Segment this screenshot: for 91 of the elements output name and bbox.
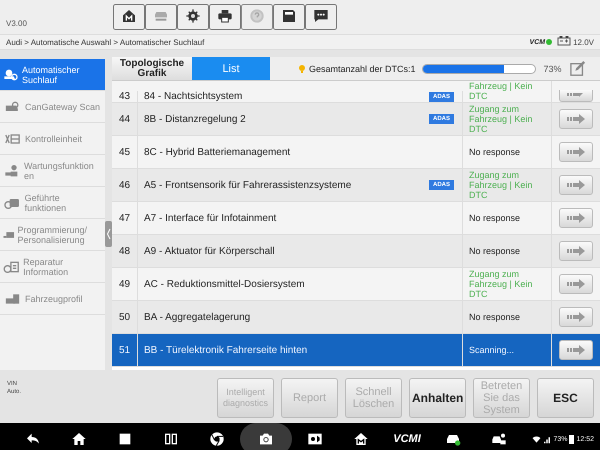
settings-button[interactable] bbox=[177, 4, 209, 30]
help-icon bbox=[249, 8, 265, 24]
enter-button[interactable] bbox=[559, 241, 593, 261]
scan-status: Zugang zum Fahrzeug | Kein DTC bbox=[463, 169, 552, 201]
row-number: 50 bbox=[112, 301, 138, 333]
arrow-icon bbox=[566, 93, 586, 98]
car-person-icon bbox=[491, 431, 507, 447]
breadcrumb: Audi > Automatische Auswahl > Automatischer Suchlauf bbox=[6, 38, 204, 46]
home-icon bbox=[121, 8, 137, 24]
arrow-icon bbox=[566, 311, 586, 323]
voltage-reading: 12.0V bbox=[573, 38, 594, 46]
arrow-icon bbox=[566, 245, 586, 257]
home-button[interactable] bbox=[113, 4, 145, 30]
brightness-icon bbox=[307, 431, 323, 447]
row-number: 48 bbox=[112, 235, 138, 267]
save-button[interactable] bbox=[273, 4, 305, 30]
enter-button[interactable] bbox=[559, 274, 593, 294]
ecu-name: A9 - Aktuator für Körperschall bbox=[144, 246, 275, 256]
row-number: 46 bbox=[112, 169, 138, 201]
enter-button[interactable] bbox=[559, 109, 593, 129]
row-number: 49 bbox=[112, 268, 138, 300]
home-icon bbox=[71, 431, 87, 447]
window-icon bbox=[117, 431, 133, 447]
battery-icon bbox=[557, 36, 572, 46]
row-number: 44 bbox=[112, 103, 138, 135]
arrow-icon bbox=[566, 278, 586, 290]
ecu-name: 8C - Hybrid Batteriemanagement bbox=[144, 146, 290, 158]
collapse-handle-icon[interactable] bbox=[105, 220, 112, 246]
battery-icon bbox=[569, 434, 574, 444]
view-tab[interactable]: Topologische Grafik bbox=[112, 57, 192, 80]
ecu-name: 84 - Nachtsichtsystem bbox=[144, 91, 242, 102]
scan-status: No response bbox=[463, 235, 552, 267]
row-number: 51 bbox=[112, 334, 138, 366]
ecu-name: BA - Aggregatelagerung bbox=[144, 312, 250, 322]
scan-status: Zugang zum Fahrzeug | Kein DTC bbox=[463, 103, 552, 135]
car-lift-button[interactable] bbox=[145, 4, 177, 30]
ecu-name: A7 - Interface für Infotainment bbox=[144, 212, 276, 224]
arrow-icon bbox=[566, 113, 586, 125]
ecu-row[interactable]: 45 8C - Hybrid Batteriemanagement No response bbox=[112, 136, 600, 169]
scan-status: No response bbox=[463, 301, 552, 333]
action-button[interactable]: ESC bbox=[537, 378, 594, 418]
row-number: 45 bbox=[112, 136, 138, 168]
chat-button[interactable] bbox=[305, 4, 337, 30]
enter-button[interactable] bbox=[559, 307, 593, 327]
arrow-icon bbox=[566, 344, 586, 356]
browser-icon bbox=[209, 431, 225, 447]
progress-reading: 73% bbox=[544, 64, 562, 74]
ecu-row[interactable]: 50 BA - Aggregatelagerung No response bbox=[112, 301, 600, 334]
arrow-icon bbox=[566, 212, 586, 224]
camera-button[interactable] bbox=[240, 423, 292, 450]
enter-button[interactable] bbox=[559, 340, 593, 360]
scan-status: No response bbox=[463, 136, 552, 168]
vci-app-button[interactable]: VCMI bbox=[384, 423, 430, 450]
chat-icon bbox=[313, 8, 329, 24]
ecu-name: AC - Reduktionsmittel-Dosiersystem bbox=[144, 278, 305, 290]
scan-status: Scanning... bbox=[463, 334, 552, 366]
scan-status: No response bbox=[463, 202, 552, 234]
printer-button[interactable] bbox=[209, 4, 241, 30]
wifi-icon bbox=[532, 434, 542, 444]
enter-button[interactable] bbox=[559, 90, 593, 102]
arrow-icon bbox=[566, 179, 586, 191]
enter-button[interactable] bbox=[559, 208, 593, 228]
enter-button[interactable] bbox=[559, 142, 593, 162]
ecu-name: BB - Türelektronik Fahrerseite hinten bbox=[144, 344, 308, 356]
ecu-row[interactable]: 48 A9 - Aktuator für Körperschall No response bbox=[112, 235, 600, 268]
action-button[interactable]: Anhalten bbox=[409, 378, 466, 418]
ecu-name: A5 - Frontsensorik für Fahrerassistenzsysteme bbox=[144, 180, 352, 190]
bulb-icon bbox=[298, 64, 306, 73]
ecu-row[interactable]: 49 AC - Reduktionsmittel-Dosiersystem Zugang zum Fahrzeug | Kein DTC bbox=[112, 268, 600, 301]
save-icon bbox=[281, 8, 297, 24]
ecu-row[interactable]: 51 BB - Türelektronik Fahrerseite hinten Scanning... bbox=[112, 334, 600, 367]
sidebar-item[interactable]: Automatischer Suchlauf bbox=[0, 59, 105, 91]
ecu-name: 8B - Distanzregelung 2 bbox=[144, 114, 246, 124]
scan-status: Fahrzeug | Kein DTC bbox=[463, 81, 552, 102]
arrow-icon bbox=[566, 146, 586, 158]
version-label: V3.00 bbox=[6, 19, 28, 30]
signal-icon bbox=[543, 434, 552, 444]
camera-icon bbox=[258, 431, 274, 447]
settings-icon bbox=[185, 8, 201, 24]
row-number: 47 bbox=[112, 202, 138, 234]
ecu-row[interactable]: 47 A7 - Interface für Infotainment No response bbox=[112, 202, 600, 235]
connected-icon bbox=[546, 38, 552, 44]
split-screen-icon bbox=[163, 431, 179, 447]
dtc-total-label: Gesamtanzahl der DTCs:1 bbox=[309, 64, 416, 74]
view-tab[interactable]: List bbox=[192, 57, 270, 80]
enter-button[interactable] bbox=[559, 175, 593, 195]
row-number: 43 bbox=[112, 91, 138, 102]
edit-icon[interactable] bbox=[570, 60, 586, 76]
printer-icon bbox=[217, 8, 233, 24]
home-icon bbox=[353, 431, 369, 447]
scan-status: Zugang zum Fahrzeug | Kein DTC bbox=[463, 268, 552, 300]
